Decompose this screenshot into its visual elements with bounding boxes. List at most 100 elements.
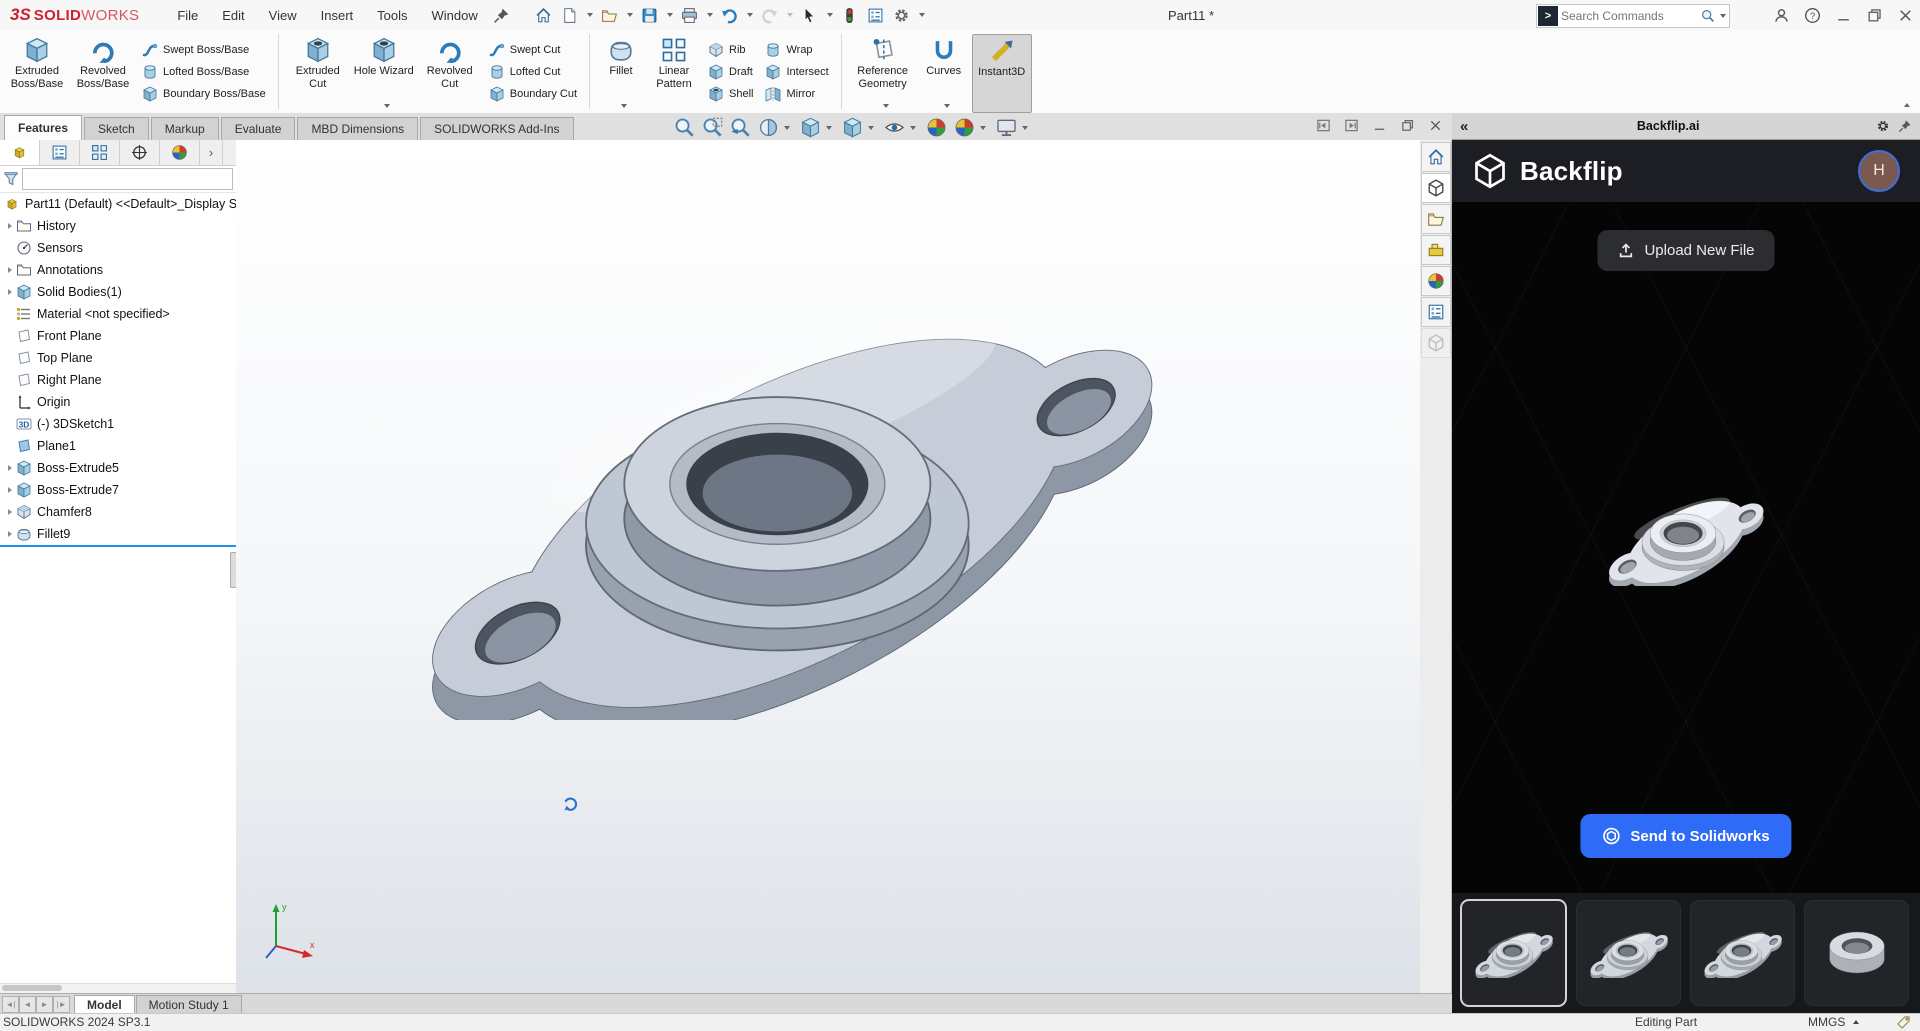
configuration-manager-tab[interactable] — [80, 140, 120, 165]
tree-item-right-plane[interactable]: Right Plane — [0, 369, 236, 391]
tree-item-chamfer8[interactable]: Chamfer8 — [0, 501, 236, 523]
wrap-button[interactable]: Wrap — [761, 40, 832, 59]
design-library-tab[interactable] — [1421, 235, 1451, 265]
variant-thumbnail-4[interactable] — [1804, 900, 1909, 1006]
tree-item-front-plane[interactable]: Front Plane — [0, 325, 236, 347]
redo-dropdown[interactable] — [787, 13, 793, 17]
home-button[interactable] — [532, 3, 556, 27]
tree-item-solid-bodies[interactable]: Solid Bodies(1) — [0, 281, 236, 303]
panel-settings-gear-icon[interactable] — [1876, 119, 1890, 133]
rebuild-button[interactable] — [838, 3, 862, 27]
dimxpert-manager-tab[interactable] — [120, 140, 160, 165]
doc-minimize-icon[interactable] — [1372, 118, 1387, 133]
print-button[interactable] — [678, 3, 702, 27]
collapse-panel-icon[interactable]: « — [1460, 118, 1468, 135]
upload-new-file-button[interactable]: Upload New File — [1597, 230, 1774, 271]
variant-thumbnail-3[interactable] — [1690, 900, 1795, 1006]
next-tab-icon[interactable]: ► — [36, 996, 53, 1013]
tab-features[interactable]: Features — [4, 115, 82, 140]
property-manager-tab[interactable] — [40, 140, 80, 165]
tree-horizontal-scrollbar[interactable] — [0, 983, 236, 993]
close-icon[interactable] — [1897, 7, 1914, 24]
expand-arrow-icon[interactable] — [4, 509, 16, 515]
draft-button[interactable]: Draft — [704, 62, 757, 81]
reference-geometry-button[interactable]: Reference Geometry — [850, 34, 916, 111]
display-style-button[interactable] — [840, 116, 879, 139]
curves-button[interactable]: Curves — [920, 34, 968, 111]
curves-dropdown[interactable] — [944, 104, 950, 108]
zoom-to-area-button[interactable] — [700, 116, 725, 139]
tab-solidworks-add-ins[interactable]: SOLIDWORKS Add-Ins — [420, 117, 573, 140]
featuremanager-tree-tab[interactable] — [0, 140, 40, 165]
undo-dropdown[interactable] — [747, 13, 753, 17]
backflip-addin-tab[interactable] — [1421, 173, 1451, 203]
motion-study-tab[interactable]: Motion Study 1 — [136, 995, 242, 1014]
restore-icon[interactable] — [1866, 7, 1883, 24]
tree-item-plane1[interactable]: Plane1 — [0, 435, 236, 457]
redo-button[interactable] — [758, 3, 782, 27]
help-icon[interactable] — [1804, 7, 1821, 24]
extruded-cut-button[interactable]: Extruded Cut — [287, 34, 349, 111]
units-selector[interactable]: MMGS — [1808, 1015, 1859, 1029]
apply-scene-button[interactable] — [952, 116, 991, 139]
minimize-icon[interactable] — [1835, 7, 1852, 24]
tree-root-row[interactable]: Part11 (Default) <<Default>_Display S — [0, 193, 236, 215]
new-document-dropdown[interactable] — [587, 13, 593, 17]
view-settings-dropdown[interactable] — [1022, 126, 1028, 130]
tree-item-3dsketch1[interactable]: (-) 3DSketch1 — [0, 413, 236, 435]
options-button[interactable] — [890, 3, 914, 27]
expand-arrow-icon[interactable] — [4, 531, 16, 537]
tree-item-fillet9[interactable]: Fillet9 — [0, 523, 236, 547]
tree-item-history[interactable]: History — [0, 215, 236, 237]
tree-item-boss-extrude7[interactable]: Boss-Extrude7 — [0, 479, 236, 501]
tree-item-origin[interactable]: Origin — [0, 391, 236, 413]
tree-item-boss-extrude5[interactable]: Boss-Extrude5 — [0, 457, 236, 479]
previous-window-icon[interactable] — [1316, 118, 1331, 133]
prev-tab-icon[interactable]: ◄ — [19, 996, 36, 1013]
graphics-viewport[interactable]: y x — [236, 140, 1420, 993]
search-input[interactable] — [1559, 8, 1699, 24]
revolved-boss-base-button[interactable]: Revolved Boss/Base — [72, 34, 134, 111]
fillet-dropdown[interactable] — [621, 104, 627, 108]
scrollbar-thumb[interactable] — [2, 985, 62, 991]
pin-menu-icon[interactable] — [490, 3, 514, 27]
search-commands-box[interactable]: > — [1536, 4, 1730, 28]
custom-properties-tab[interactable] — [1421, 297, 1451, 327]
edit-appearance-button[interactable] — [924, 116, 949, 139]
zoom-to-fit-button[interactable] — [672, 116, 697, 139]
extruded-boss-base-button[interactable]: Extruded Boss/Base — [6, 34, 68, 111]
reference-geometry-dropdown[interactable] — [883, 104, 889, 108]
tree-item-sensors[interactable]: Sensors — [0, 237, 236, 259]
view-orientation-dropdown[interactable] — [826, 126, 832, 130]
flange-part-model[interactable] — [381, 290, 1201, 720]
variant-thumbnail-1-selected[interactable] — [1460, 899, 1567, 1007]
search-dropdown[interactable] — [1720, 14, 1726, 18]
boundary-cut-button[interactable]: Boundary Cut — [485, 84, 581, 103]
hide-show-items-button[interactable] — [882, 116, 921, 139]
revolved-cut-button[interactable]: Revolved Cut — [419, 34, 481, 111]
tree-item-annotations[interactable]: Annotations — [0, 259, 236, 281]
variant-thumbnail-2[interactable] — [1576, 900, 1681, 1006]
hide-show-items-dropdown[interactable] — [910, 126, 916, 130]
fillet-button[interactable]: Fillet — [598, 34, 644, 111]
tab-mbd-dimensions[interactable]: MBD Dimensions — [297, 117, 418, 140]
undo-button[interactable] — [718, 3, 742, 27]
menu-view[interactable]: View — [257, 0, 309, 30]
file-explorer-tab[interactable] — [1421, 204, 1451, 234]
inactive-addin-tab[interactable] — [1421, 328, 1451, 358]
swept-cut-button[interactable]: Swept Cut — [485, 40, 581, 59]
send-to-solidworks-button[interactable]: Send to Solidworks — [1580, 814, 1791, 858]
menu-insert[interactable]: Insert — [309, 0, 366, 30]
tabs-overflow-chevron[interactable]: › — [200, 140, 223, 165]
save-dropdown[interactable] — [667, 13, 673, 17]
tree-filter-input[interactable] — [22, 168, 233, 190]
model-preview[interactable] — [1598, 490, 1774, 586]
options-dropdown[interactable] — [919, 13, 925, 17]
rib-button[interactable]: Rib — [704, 40, 757, 59]
tab-evaluate[interactable]: Evaluate — [221, 117, 296, 140]
expand-arrow-icon[interactable] — [4, 289, 16, 295]
hole-wizard-dropdown[interactable] — [384, 104, 390, 108]
account-icon[interactable] — [1773, 7, 1790, 24]
first-tab-icon[interactable]: ◄| — [2, 996, 19, 1013]
previous-view-button[interactable] — [728, 116, 753, 139]
